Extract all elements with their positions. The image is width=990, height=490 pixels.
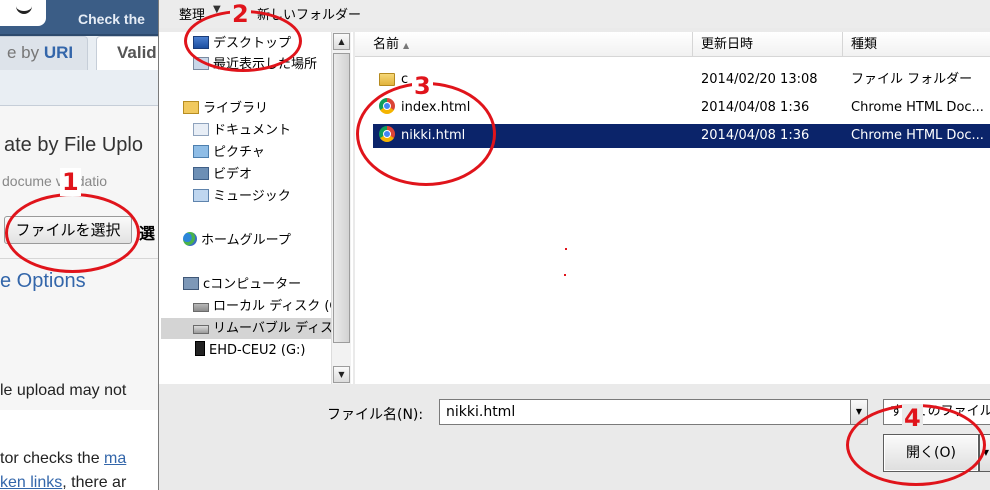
annotation-step-1: 1 — [60, 168, 81, 196]
column-header-modified[interactable]: 更新日時 — [693, 32, 843, 57]
nav-item-removable-disk[interactable]: リムーバブル ディスク — [161, 318, 331, 339]
file-type: Chrome HTML Doc... — [851, 100, 984, 115]
column-header-name-label: 名前 — [373, 37, 400, 52]
annotation-step-4-label: 4 — [902, 404, 923, 432]
more-options-link[interactable]: e Options — [0, 270, 86, 293]
tab-validate-active[interactable]: Valid — [96, 36, 158, 70]
no-file-selected-text: 選 — [139, 224, 156, 243]
tab-uri-prefix: e by — [7, 43, 44, 62]
stray-mark — [565, 248, 567, 250]
homegroup-icon — [183, 232, 197, 246]
stray-mark — [564, 274, 566, 276]
header-link[interactable]: Check the — [78, 11, 145, 27]
nav-item-external-drive[interactable]: EHD-CEU2 (G:) — [195, 340, 353, 361]
nav-item-label: リムーバブル ディスク — [213, 321, 331, 336]
nav-item-label: ビデオ — [213, 167, 253, 182]
column-header-name[interactable]: 名前 ▲ — [355, 32, 693, 57]
music-icon — [193, 189, 209, 202]
nav-item-libraries[interactable]: ライブラリ — [183, 98, 353, 119]
file-type: ファイル フォルダー — [851, 72, 973, 87]
navigation-pane: デスクトップ 最近表示した場所 ライブラリ ドキュメント ピクチャ ビデオ ミュ… — [159, 32, 353, 384]
file-name-label: ファイル名(N): — [327, 407, 424, 423]
nav-item-computer[interactable]: cコンピューター — [183, 274, 353, 295]
file-row[interactable]: c 2014/02/20 13:08 ファイル フォルダー — [373, 68, 990, 92]
computer-icon — [183, 277, 199, 290]
nav-item-label: ローカル ディスク (C — [213, 299, 339, 314]
nav-item-documents[interactable]: ドキュメント — [193, 120, 353, 141]
column-header-type[interactable]: 種類 — [843, 32, 990, 57]
sort-ascending-icon: ▲ — [403, 41, 410, 50]
scroll-up-icon[interactable]: ▲ — [333, 33, 350, 50]
annotation-step-2: 2 — [230, 0, 251, 28]
annotation-ring-1 — [5, 193, 140, 273]
file-type: Chrome HTML Doc... — [851, 128, 984, 143]
upload-note: le upload may not — [0, 382, 127, 399]
nav-item-label: cコンピューター — [203, 277, 302, 292]
scroll-down-icon[interactable]: ▼ — [333, 366, 350, 383]
file-modified: 2014/04/08 1:36 — [701, 100, 810, 115]
nav-item-label: ライブラリ — [203, 101, 269, 116]
broken-links-link[interactable]: ken links — [0, 474, 62, 490]
local-disk-icon — [193, 303, 209, 312]
body-line2-suffix: , there ar — [62, 474, 127, 490]
site-logo — [0, 0, 46, 26]
navigation-scrollbar[interactable]: ▲ ▼ — [331, 32, 351, 384]
nav-item-music[interactable]: ミュージック — [193, 186, 353, 207]
documents-icon — [193, 123, 209, 136]
file-modified: 2014/02/20 13:08 — [701, 72, 818, 87]
external-drive-icon — [195, 341, 205, 356]
section-title: ate by File Uplo — [4, 134, 143, 156]
section-subtitle: docume validatio — [2, 173, 108, 189]
annotation-step-1-label: 1 — [60, 168, 81, 196]
nav-item-local-disk[interactable]: ローカル ディスク (C — [193, 296, 353, 317]
scrollbar-thumb[interactable] — [333, 53, 350, 343]
annotation-step-3: 3 — [412, 72, 433, 100]
tab-validate-by-uri[interactable]: e by URI — [0, 36, 88, 70]
nav-item-label: EHD-CEU2 (G:) — [209, 343, 306, 358]
nav-item-videos[interactable]: ビデオ — [193, 164, 353, 185]
pictures-icon — [193, 145, 209, 158]
nav-item-label: ピクチャ — [213, 145, 265, 160]
libraries-icon — [183, 101, 199, 114]
body-text-line-2: ken links, there ar — [0, 474, 126, 490]
nav-item-label: ドキュメント — [213, 123, 292, 138]
body-line1-link[interactable]: ma — [104, 450, 126, 467]
nav-item-pictures[interactable]: ピクチャ — [193, 142, 353, 163]
videos-icon — [193, 167, 209, 180]
body-text-line-1: tor checks the ma — [0, 450, 126, 468]
body-line1-prefix: tor checks the — [0, 450, 105, 467]
file-modified: 2014/04/08 1:36 — [701, 128, 810, 143]
file-name-input[interactable]: nikki.html — [439, 399, 851, 425]
annotation-step-4: 4 — [902, 404, 923, 432]
nav-item-label: ミュージック — [213, 189, 291, 204]
logo-mark-icon — [16, 4, 32, 14]
folder-icon — [379, 73, 395, 86]
nav-item-label: ホームグループ — [201, 233, 291, 248]
tab-uri-bold: URI — [43, 43, 74, 62]
annotation-step-2-label: 2 — [230, 0, 251, 28]
annotation-step-3-label: 3 — [412, 72, 433, 100]
nav-item-homegroup[interactable]: ホームグループ — [183, 230, 353, 251]
removable-disk-icon — [193, 325, 209, 334]
